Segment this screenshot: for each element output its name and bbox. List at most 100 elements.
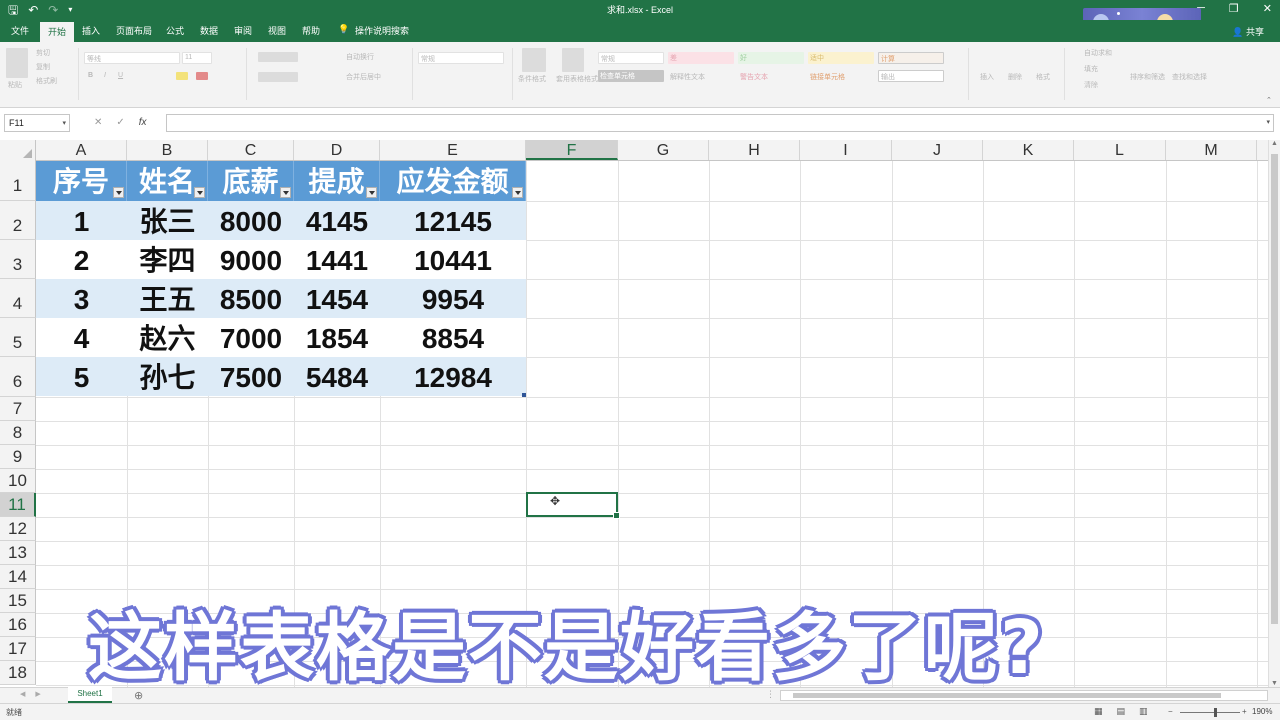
format-painter-button[interactable]: 格式刷 [36, 76, 57, 86]
table-cell[interactable]: 孙七 [127, 357, 208, 399]
style-warn[interactable]: 警告文本 [740, 72, 768, 82]
column-header-k[interactable]: K [983, 140, 1074, 160]
filter-dropdown-icon[interactable] [512, 187, 523, 198]
table-cell[interactable]: 9000 [208, 240, 294, 282]
table-header-cell[interactable]: 姓名 [127, 161, 208, 201]
table-cell[interactable]: 12145 [380, 201, 526, 243]
wrap-text-button[interactable]: 自动换行 [346, 52, 374, 62]
tab-insert[interactable]: 插入 [82, 24, 100, 37]
column-header-b[interactable]: B [127, 140, 208, 160]
font-size-dropdown[interactable]: 11 [182, 52, 212, 64]
row-header-11[interactable]: 11 [0, 493, 36, 517]
style-bad[interactable]: 差 [668, 52, 734, 64]
style-normal[interactable]: 常规 [598, 52, 664, 64]
row-header-3[interactable]: 3 [0, 240, 36, 279]
table-header-cell[interactable]: 底薪 [208, 161, 294, 201]
row-header-14[interactable]: 14 [0, 565, 36, 589]
table-cell[interactable]: 10441 [380, 240, 526, 282]
row-header-12[interactable]: 12 [0, 517, 36, 541]
table-cell[interactable]: 2 [36, 240, 127, 282]
filter-dropdown-icon[interactable] [366, 187, 377, 198]
find-select-button[interactable]: 查找和选择 [1172, 72, 1207, 82]
font-name-dropdown[interactable]: 等线 [84, 52, 180, 64]
sheet-nav-icons[interactable]: ◀▶ [20, 690, 51, 698]
table-cell[interactable]: 5 [36, 357, 127, 399]
table-resize-handle[interactable] [522, 393, 526, 397]
column-header-m[interactable]: M [1166, 140, 1257, 160]
style-link[interactable]: 链接单元格 [810, 72, 845, 82]
table-cell[interactable]: 赵六 [127, 318, 208, 360]
selected-cell-f11[interactable] [526, 492, 620, 519]
insert-function-icon[interactable]: fx [139, 117, 147, 128]
align-top-icons[interactable] [258, 52, 298, 62]
column-header-l[interactable]: L [1074, 140, 1166, 160]
style-explain[interactable]: 解释性文本 [670, 72, 705, 82]
zoom-slider[interactable] [1180, 712, 1240, 713]
table-cell[interactable]: 1454 [294, 279, 380, 321]
close-icon[interactable]: ✕ [1263, 2, 1272, 15]
scroll-down-icon[interactable]: ▼ [1271, 680, 1278, 687]
style-output[interactable]: 输出 [878, 70, 944, 82]
row-header-16[interactable]: 16 [0, 613, 36, 637]
bold-icon[interactable]: B [88, 72, 93, 79]
chevron-down-icon[interactable]: ▾ [62, 119, 66, 127]
table-cell[interactable]: 8000 [208, 201, 294, 243]
row-header-8[interactable]: 8 [0, 421, 36, 445]
table-cell[interactable]: 7500 [208, 357, 294, 399]
add-sheet-icon[interactable]: ⊕ [134, 689, 143, 702]
row-header-1[interactable]: 1 [0, 161, 36, 201]
select-all-button[interactable] [0, 140, 36, 161]
horizontal-scroll-thumb[interactable] [793, 693, 1221, 698]
table-cell[interactable]: 8500 [208, 279, 294, 321]
row-header-5[interactable]: 5 [0, 318, 36, 357]
table-header-cell[interactable]: 应发金额 [380, 161, 526, 201]
autosum-button[interactable]: 自动求和 [1084, 48, 1112, 58]
column-header-j[interactable]: J [892, 140, 983, 160]
table-header-cell[interactable]: 提成 [294, 161, 380, 201]
column-header-h[interactable]: H [709, 140, 800, 160]
page-layout-view-icon[interactable]: ▤ [1117, 706, 1126, 717]
zoom-out-icon[interactable]: − [1168, 707, 1173, 716]
expand-formula-icon[interactable]: ▾ [1266, 118, 1270, 126]
row-header-9[interactable]: 9 [0, 445, 36, 469]
format-cells-button[interactable]: 格式 [1036, 72, 1050, 82]
tab-page-layout[interactable]: 页面布局 [116, 24, 152, 37]
table-cell[interactable]: 4145 [294, 201, 380, 243]
share-button[interactable]: 👤 共享 [1232, 25, 1264, 38]
row-header-18[interactable]: 18 [0, 661, 36, 685]
filter-dropdown-icon[interactable] [113, 187, 124, 198]
table-format-icon[interactable] [562, 48, 584, 72]
horizontal-scrollbar[interactable] [780, 690, 1268, 701]
tab-data[interactable]: 数据 [200, 24, 218, 37]
collapse-ribbon-icon[interactable]: ⌃ [1266, 96, 1272, 104]
merge-center-button[interactable]: 合并后居中 [346, 72, 381, 82]
delete-cells-button[interactable]: 删除 [1008, 72, 1022, 82]
table-cell[interactable]: 王五 [127, 279, 208, 321]
style-calc[interactable]: 计算 [878, 52, 944, 64]
zoom-slider-knob[interactable] [1214, 708, 1217, 717]
vertical-scroll-thumb[interactable] [1271, 154, 1278, 624]
filter-dropdown-icon[interactable] [194, 187, 205, 198]
fill-color-icon[interactable] [176, 72, 188, 80]
table-cell[interactable]: 1441 [294, 240, 380, 282]
insert-cells-button[interactable]: 插入 [980, 72, 994, 82]
table-header-cell[interactable]: 序号 [36, 161, 127, 201]
table-cell[interactable]: 4 [36, 318, 127, 360]
row-header-2[interactable]: 2 [0, 201, 36, 240]
table-cell[interactable]: 1854 [294, 318, 380, 360]
normal-view-icon[interactable]: ▦ [1094, 706, 1103, 717]
row-header-10[interactable]: 10 [0, 469, 36, 493]
column-header-c[interactable]: C [208, 140, 294, 160]
row-header-4[interactable]: 4 [0, 279, 36, 318]
zoom-percent[interactable]: 190% [1252, 707, 1272, 716]
name-box[interactable]: F11 ▾ [4, 114, 70, 132]
table-cell[interactable]: 12984 [380, 357, 526, 399]
copy-button[interactable]: 复制 [36, 62, 50, 72]
restore-icon[interactable]: ❐ [1229, 2, 1239, 15]
row-header-17[interactable]: 17 [0, 637, 36, 661]
tab-view[interactable]: 视图 [268, 24, 286, 37]
tab-formulas[interactable]: 公式 [166, 24, 184, 37]
column-header-a[interactable]: A [36, 140, 127, 160]
column-header-e[interactable]: E [380, 140, 526, 160]
scroll-up-icon[interactable]: ▲ [1271, 140, 1278, 147]
